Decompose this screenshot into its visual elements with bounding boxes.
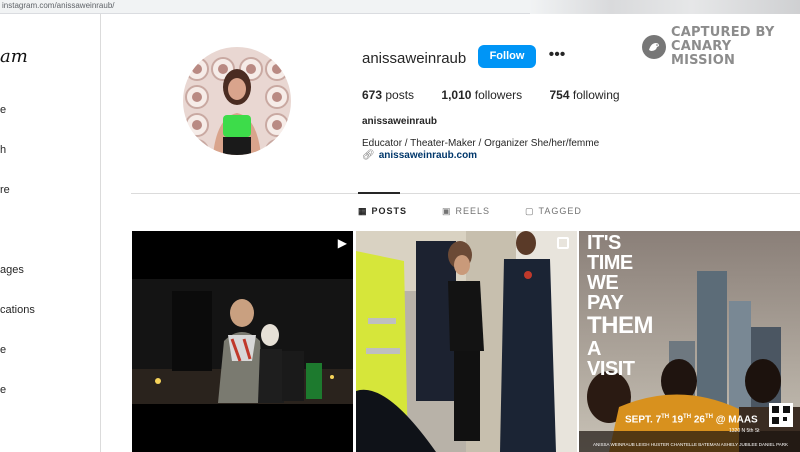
- reel-icon: ▶: [337, 236, 347, 250]
- poster-line: PAY: [587, 292, 624, 314]
- profile-stats: 673 posts 1,010 followers 754 following: [362, 88, 644, 102]
- browser-toolbar-blurred: [530, 0, 800, 14]
- followers-stat[interactable]: 1,010 followers: [441, 88, 522, 102]
- followers-count: 1,010: [441, 88, 472, 102]
- sidebar-nav: am e h re ages cations e e: [0, 14, 101, 452]
- following-count: 754: [549, 88, 570, 102]
- post-tile-2[interactable]: [356, 231, 577, 452]
- tab-tagged[interactable]: ▢ TAGGED: [525, 206, 582, 217]
- website-link-text[interactable]: anissaweinraub.com: [379, 150, 477, 161]
- tab-posts-label: POSTS: [371, 206, 408, 216]
- tab-posts[interactable]: ▦ POSTS: [358, 206, 407, 217]
- poster-credits: ANISSA WEINRAUB LEIGH HUSTER CHANTELLE B…: [593, 442, 789, 447]
- more-options-icon[interactable]: •••: [547, 45, 567, 68]
- profile-full-name: anissaweinraub: [362, 116, 438, 127]
- url-text[interactable]: instagram.com/anissaweinraub/: [2, 1, 115, 10]
- canary-mission-watermark: CAPTURED BY CANARY MISSION: [642, 26, 800, 68]
- poster-address: 1320 N 5th St: [729, 428, 760, 434]
- post-1-image: [132, 231, 353, 452]
- grid-icon: ▦: [358, 206, 368, 216]
- poster-date: SEPT. 7TH 19TH 26TH @ MAAS: [625, 414, 758, 425]
- following-label: following: [572, 88, 620, 102]
- sidebar-item-messages[interactable]: ages: [0, 264, 24, 276]
- poster-line: IT'S: [587, 232, 621, 254]
- post-tile-3[interactable]: IT'S TIME WE PAY THEM A VISIT SEPT. 7TH …: [579, 231, 800, 452]
- active-tab-indicator: [358, 192, 400, 194]
- avatar[interactable]: [183, 47, 291, 155]
- instagram-logo[interactable]: am: [0, 46, 28, 67]
- profile-bio: Educator / Theater-Maker / Organizer She…: [362, 138, 600, 149]
- poster-date-part: TH: [704, 414, 713, 420]
- sidebar-item-search[interactable]: h: [0, 144, 6, 156]
- reels-tab-icon: ▣: [442, 206, 452, 216]
- sidebar-item-home[interactable]: e: [0, 104, 6, 116]
- sidebar-item-notifications[interactable]: cations: [0, 304, 35, 316]
- poster-line: A: [587, 338, 601, 360]
- sidebar-item-profile[interactable]: e: [0, 384, 6, 396]
- poster-line: WE: [587, 272, 619, 294]
- canary-bird-icon: [642, 35, 666, 59]
- carousel-icon: [557, 237, 569, 249]
- link-icon: 🔗︎: [362, 150, 375, 161]
- tab-reels-label: REELS: [455, 206, 491, 216]
- watermark-line: CAPTURED BY: [670, 25, 775, 40]
- tab-reels[interactable]: ▣ REELS: [442, 206, 490, 217]
- posts-stat: 673 posts: [362, 88, 414, 102]
- tab-tagged-label: TAGGED: [538, 206, 582, 216]
- profile-username: anissaweinraub: [362, 50, 467, 67]
- watermark-text: CAPTURED BY CANARY MISSION: [671, 26, 800, 68]
- follow-button[interactable]: Follow: [478, 45, 536, 68]
- sidebar-item-create[interactable]: e: [0, 344, 6, 356]
- sidebar-item-explore[interactable]: re: [0, 184, 10, 196]
- poster-line: THEM: [587, 312, 654, 339]
- followers-label: followers: [474, 88, 523, 102]
- browser-address-bar[interactable]: instagram.com/anissaweinraub/: [0, 0, 800, 14]
- watermark-line: CANARY MISSION: [670, 39, 736, 68]
- profile-main: anissaweinraub Follow ••• 673 posts 1,01…: [101, 14, 800, 452]
- poster-headline: IT'S TIME WE PAY THEM A VISIT: [587, 232, 654, 380]
- poster-line: VISIT: [587, 358, 635, 380]
- poster-date-part: TH: [661, 414, 670, 420]
- poster-line: TIME: [587, 252, 633, 274]
- profile-website-link[interactable]: 🔗︎ anissaweinraub.com: [362, 150, 477, 161]
- posts-count: 673: [362, 88, 383, 102]
- post-2-image: [356, 231, 577, 452]
- following-stat[interactable]: 754 following: [549, 88, 619, 102]
- poster-date-part: @ MAAS: [712, 414, 758, 426]
- tabs-divider: [131, 193, 800, 194]
- post-tile-1[interactable]: ▶: [132, 231, 353, 452]
- poster-date-part: 26: [691, 414, 705, 426]
- poster-date-part: 19: [669, 414, 684, 426]
- poster-date-part: TH: [683, 414, 692, 420]
- poster-date-part: SEPT. 7: [625, 414, 662, 426]
- tagged-icon: ▢: [525, 206, 535, 216]
- posts-label: posts: [385, 88, 415, 102]
- avatar-photo: [183, 47, 291, 155]
